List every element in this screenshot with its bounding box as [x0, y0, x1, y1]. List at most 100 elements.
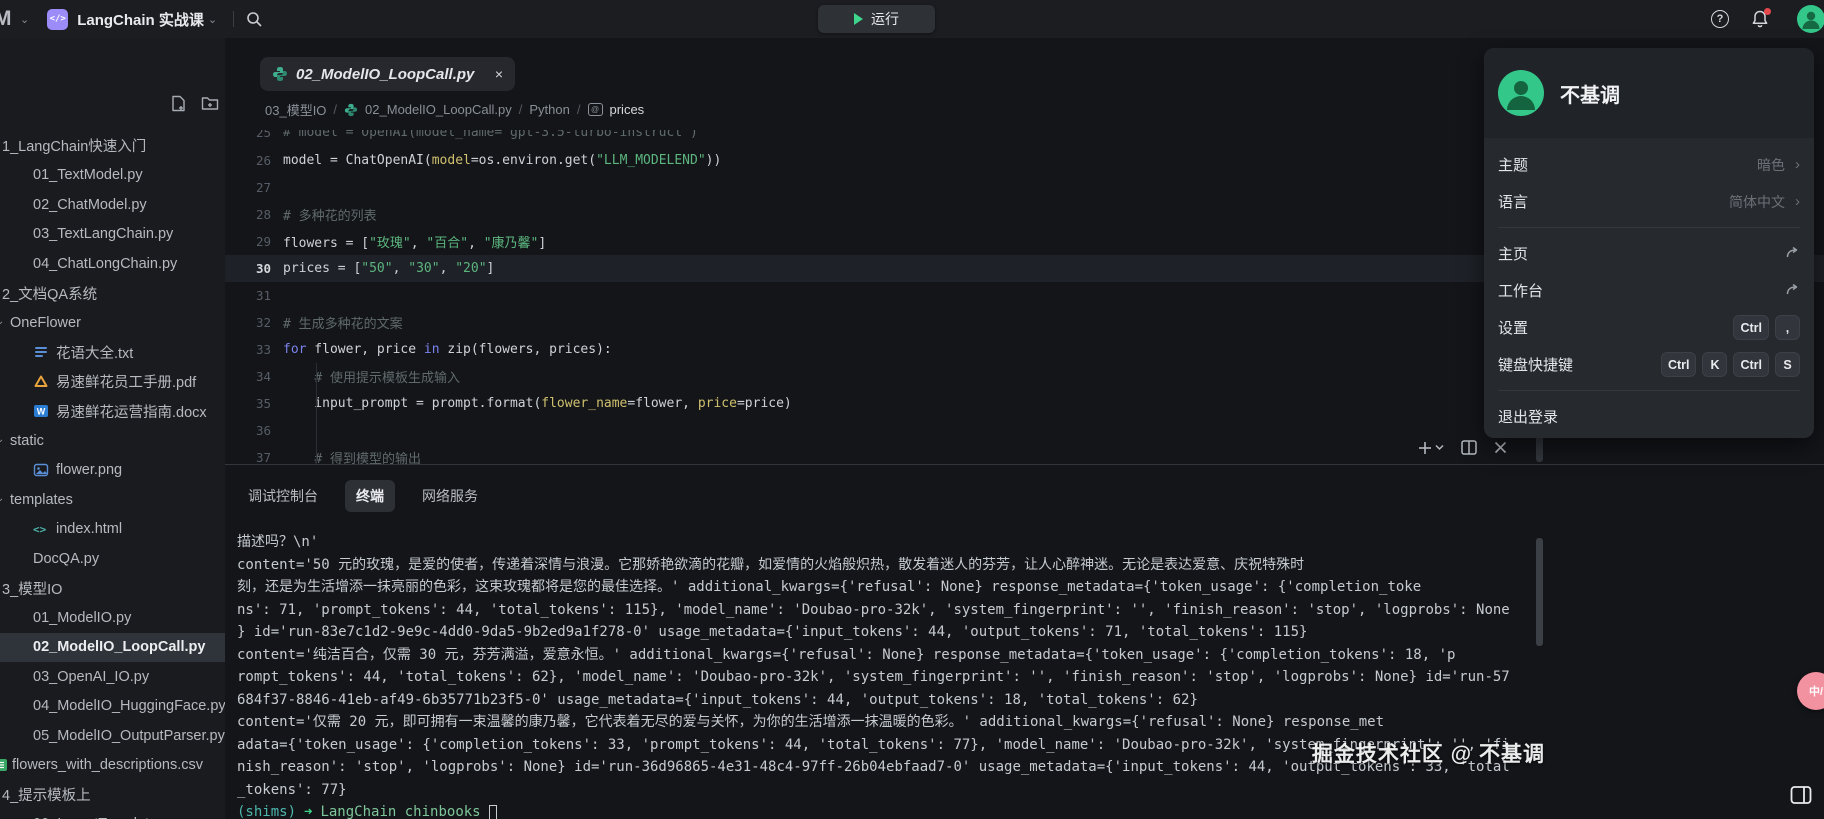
tree-item-label: 3_模型IO — [2, 578, 62, 599]
tree-item-label: 02_ModelIO_LoopCall.py — [33, 639, 205, 655]
tree-item-label: 03_OpenAI_IO.py — [33, 669, 149, 685]
python-icon — [344, 103, 358, 117]
tree-item-file[interactable]: 易速鲜花员工手册.pdf — [0, 367, 225, 397]
line-number: 27 — [225, 180, 283, 195]
tree-item-file[interactable]: 01_TextModel.py — [0, 161, 225, 191]
line-number: 33 — [225, 342, 283, 357]
code-line[interactable]: 37 # 得到模型的输出 — [225, 444, 1824, 464]
menu-item[interactable]: 键盘快捷键CtrlKCtrlS — [1498, 346, 1800, 383]
split-panel-icon[interactable] — [1461, 440, 1477, 455]
menu-item[interactable]: 工作台 — [1498, 272, 1800, 309]
line-number: 32 — [225, 315, 283, 330]
workspace-icon[interactable]: </> — [47, 9, 68, 30]
chevron-right-icon: › — [1795, 193, 1800, 210]
tree-item-label: static — [10, 433, 44, 449]
breadcrumb-separator: / — [333, 102, 337, 117]
help-icon[interactable]: ? — [1711, 10, 1729, 28]
terminal-prompt: (shims)➜LangChain_chinbooks — [237, 801, 1537, 819]
workspace-title[interactable]: LangChain 实战课 — [77, 9, 204, 30]
menu-item[interactable]: 语言简体中文› — [1498, 183, 1800, 220]
breadcrumb-item[interactable]: 02_ModelIO_LoopCall.py — [365, 102, 512, 117]
tree-item-file[interactable]: 01_ModelIO.py — [0, 603, 225, 633]
panel-tab-active[interactable]: 终端 — [345, 480, 395, 512]
ide-window: M ⌄ </> LangChain 实战课 ⌄ 运行 ? 1_LangChain… — [0, 0, 1824, 819]
tree-item-file[interactable]: 02_ChatModel.py — [0, 190, 225, 220]
tree-item-file[interactable]: DocQA.py — [0, 544, 225, 574]
tree-item-folder[interactable]: ⌄ OneFlower — [0, 308, 225, 338]
tree-item-folder[interactable]: ⌄static — [0, 426, 225, 456]
chevron-expanded-icon: ⌄ — [0, 316, 4, 327]
tree-item-file[interactable]: W易速鲜花运营指南.docx — [0, 397, 225, 427]
external-link-icon — [1785, 283, 1800, 298]
menu-item[interactable]: 主页 — [1498, 235, 1800, 272]
tree-item-folder[interactable]: 2_文档QA系统 — [0, 279, 225, 309]
translate-fab[interactable]: 中/ — [1797, 672, 1824, 710]
tree-item-label: 1_LangChain快速入门 — [2, 135, 146, 156]
menu-divider — [1498, 227, 1800, 228]
indent-guide — [316, 417, 317, 444]
add-terminal-button[interactable] — [1418, 441, 1444, 455]
user-menu-header: 不基调 — [1484, 48, 1814, 138]
panel-toggle-icon[interactable] — [1790, 784, 1812, 806]
terminal-scrollbar[interactable] — [1536, 538, 1543, 646]
menu-item-label: 工作台 — [1498, 280, 1785, 301]
tree-item-file[interactable]: flower.png — [0, 456, 225, 486]
new-folder-icon[interactable] — [201, 95, 219, 112]
close-tab-icon[interactable]: × — [495, 66, 503, 82]
tree-item-file[interactable]: <>index.html — [0, 515, 225, 545]
menu-item-label: 键盘快捷键 — [1498, 354, 1655, 375]
breadcrumb: 03_模型IO/02_ModelIO_LoopCall.py/Python/@p… — [265, 100, 644, 119]
search-icon[interactable] — [246, 11, 263, 28]
python-icon — [272, 66, 288, 82]
breadcrumb-item[interactable]: Python — [529, 102, 569, 117]
kbd-key: K — [1702, 352, 1727, 377]
tree-item-folder[interactable]: 1_LangChain快速入门 — [0, 131, 225, 161]
chevron-down-icon[interactable]: ⌄ — [208, 13, 217, 26]
new-file-icon[interactable] — [170, 95, 187, 112]
tree-item-file[interactable]: 03_OpenAI_IO.py — [0, 662, 225, 692]
panel-divider[interactable] — [225, 464, 1824, 465]
editor-tab[interactable]: 02_ModelIO_LoopCall.py × — [260, 57, 515, 91]
tree-item-folder[interactable]: ⌄templates — [0, 485, 225, 515]
tree-item-file[interactable]: flowers_with_descriptions.csv — [0, 751, 225, 781]
breadcrumb-item[interactable]: 03_模型IO — [265, 100, 326, 119]
chevron-right-icon: › — [1795, 156, 1800, 173]
menu-item[interactable]: 设置Ctrl, — [1498, 309, 1800, 346]
tree-item-file[interactable]: 花语大全.txt — [0, 338, 225, 368]
tree-item-file[interactable]: 04_ModelIO_HuggingFace.py — [0, 692, 225, 722]
tree-item-file[interactable]: 00_ImportTemplates.py — [0, 810, 225, 819]
kbd-key: S — [1775, 352, 1800, 377]
terminal-line: 描述吗？\n' — [237, 531, 1537, 554]
terminal-line: } id='run-83e7c1d2-9e9c-4dd0-9da5-9b2ed9… — [237, 621, 1537, 644]
chevron-down-icon[interactable]: ⌄ — [20, 13, 29, 26]
close-panel-icon[interactable] — [1494, 441, 1507, 454]
docx-file-icon: W — [33, 403, 49, 419]
run-button[interactable]: 运行 — [818, 5, 935, 33]
breadcrumb-item[interactable]: prices — [610, 102, 645, 117]
line-number: 25 — [225, 130, 283, 140]
menu-item-value: 暗色 — [1757, 155, 1785, 175]
tree-item-file[interactable]: 04_ChatLongChain.py — [0, 249, 225, 279]
prompt-directory: LangChain_chinbooks — [320, 804, 480, 819]
tree-item-file[interactable]: 05_ModelIO_OutputParser.py — [0, 721, 225, 751]
terminal-cursor — [489, 805, 497, 819]
menu-item-label: 语言 — [1498, 191, 1729, 212]
kbd-key: Ctrl — [1661, 352, 1697, 377]
explorer-actions — [170, 95, 219, 112]
app-logo[interactable]: M — [0, 7, 16, 31]
tree-item-folder[interactable]: 4_提示模板上 — [0, 780, 225, 810]
menu-item[interactable]: 退出登录 — [1498, 398, 1800, 435]
play-icon — [854, 13, 863, 25]
terminal-line: 刻，还是为生活增添一抹亮丽的色彩，这束玫瑰都将是您的最佳选择。' additio… — [237, 576, 1537, 599]
tree-item-label: 03_TextLangChain.py — [33, 226, 173, 242]
tree-item-file[interactable]: 03_TextLangChain.py — [0, 220, 225, 250]
tree-item-label: OneFlower — [10, 315, 81, 331]
panel-tab[interactable]: 调试控制台 — [237, 480, 329, 512]
tree-item-folder[interactable]: 3_模型IO — [0, 574, 225, 604]
terminal-line: ns': 71, 'prompt_tokens': 44, 'total_tok… — [237, 599, 1537, 622]
tree-item-file[interactable]: 02_ModelIO_LoopCall.py — [0, 633, 225, 663]
menu-item[interactable]: 主题暗色› — [1498, 146, 1800, 183]
panel-tab[interactable]: 网络服务 — [411, 480, 489, 512]
terminal-output[interactable]: 描述吗？\n'content='50 元的玫瑰，是爱的使者，传递着深情与浪漫。它… — [237, 531, 1537, 819]
user-avatar[interactable] — [1797, 5, 1824, 33]
